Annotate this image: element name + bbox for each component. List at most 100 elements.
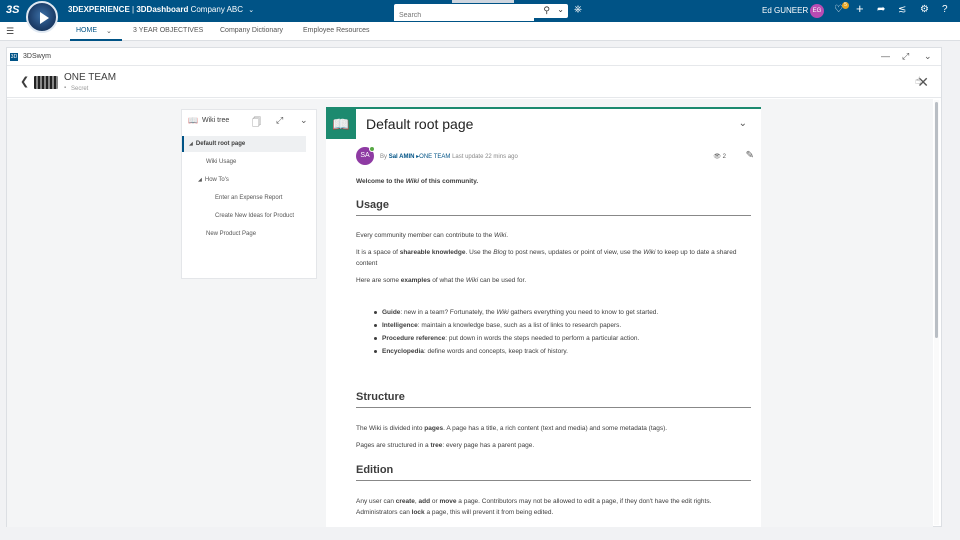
search-icon[interactable]: ⚲: [543, 5, 550, 16]
wiki-tree-item-how-tos[interactable]: ◢ How To's: [182, 172, 306, 188]
book-icon: 📖: [326, 109, 356, 139]
usage-p2-a: It is a space of: [356, 249, 400, 256]
wiki-page-header: 📖 Default root page ⌄: [326, 109, 761, 139]
tab-home[interactable]: HOME: [76, 27, 97, 34]
user-name[interactable]: Ed GUNEER: [762, 6, 808, 15]
chevron-down-icon[interactable]: ⌄: [924, 51, 932, 62]
edit-icon[interactable]: ✎: [746, 150, 754, 161]
structure-paragraph-1: The Wiki is divided into pages. A page h…: [356, 423, 751, 434]
menu-icon[interactable]: ☰: [6, 26, 14, 37]
usage-p1-b: Wiki: [494, 232, 507, 239]
share-icon[interactable]: ➦: [877, 4, 885, 15]
usage-p2-d: Blog: [493, 249, 507, 256]
example-em: Wiki: [496, 309, 509, 316]
wiki-tree-item-new-product-page[interactable]: New Product Page: [182, 226, 306, 242]
community-header: ❮ ONE TEAM ▪ Secret ☝ ✕: [7, 66, 941, 98]
usage-heading: Usage: [356, 199, 751, 216]
last-update: Last update 22 mins ago: [452, 154, 518, 160]
usage-p2-f: Wiki: [643, 249, 656, 256]
edition-p1-i: a page, this will prevent it from being …: [424, 509, 554, 516]
usage-p3-b: examples: [400, 277, 431, 284]
content-area: 📖 Wiki tree 🗍 ⤢ ⌄ ◢ Default root page Wik…: [7, 99, 933, 527]
close-icon[interactable]: ✕: [917, 74, 929, 91]
caret-down-icon[interactable]: ◢: [189, 141, 193, 147]
community-link-label: ONE TEAM: [419, 154, 451, 160]
top-bar: 3S 3DEXPERIENCE | 3DDashboard Company AB…: [0, 0, 960, 33]
welcome-a: Welcome to the: [356, 178, 406, 185]
structure-p2-b: tree: [430, 442, 443, 449]
minimize-icon[interactable]: —: [881, 51, 890, 61]
edition-p1-e: or: [430, 498, 440, 505]
compass-icon[interactable]: [26, 1, 58, 33]
back-icon[interactable]: ❮: [20, 75, 29, 88]
community-thumbnail: [34, 76, 58, 89]
wiki-tree-item-wiki-usage[interactable]: Wiki Usage: [182, 154, 306, 170]
search-input[interactable]: [394, 10, 534, 21]
compass-tools-icon[interactable]: ⚙: [920, 4, 929, 15]
wiki-tree-item-create-new-ideas[interactable]: Create New Ideas for Product: [182, 208, 306, 224]
wiki-tree-item-default-root-page[interactable]: ◢ Default root page: [182, 136, 306, 152]
active-tab-indicator: [70, 39, 122, 41]
chevron-down-icon: ⌄: [248, 7, 255, 14]
play-icon: [40, 12, 49, 24]
usage-p3-a: Here are some: [356, 277, 401, 284]
book-icon: 📖: [188, 116, 198, 125]
online-status-icon: [369, 146, 375, 152]
avatar[interactable]: EG: [810, 4, 824, 18]
example-text: : put down in words the steps needed to …: [445, 335, 640, 342]
welcome-b: Wiki: [405, 178, 420, 185]
wiki-tree-item-label: Default root page: [195, 141, 246, 147]
edition-heading: Edition: [356, 464, 751, 481]
usage-paragraph-3: Here are some examples of what the Wiki …: [356, 275, 751, 286]
brand-title[interactable]: 3DEXPERIENCE | 3DDashboard Company ABC ⌄: [68, 5, 254, 14]
page-meta: SA By Sal AMIN ▸ONE TEAM Last update 22 …: [356, 146, 756, 167]
wiki-tree-item-label: New Product Page: [206, 231, 257, 237]
caret-down-icon[interactable]: ◢: [198, 177, 202, 183]
edition-p1-a: Any user can: [356, 498, 396, 505]
example-text-b: gathers everything you need to know to g…: [508, 309, 659, 316]
search-field[interactable]: ⚲ ⌄: [394, 4, 568, 21]
list-item: Guide: new in a team? Fortunately, the W…: [372, 306, 742, 319]
help-icon[interactable]: ?: [942, 4, 948, 15]
swym-widget: 3D 3DSwym — ⤢ ⌄ ❮ ONE TEAM ▪ Secret ☝ ✕ …: [6, 47, 942, 527]
eye-icon: 👁: [713, 154, 721, 160]
structure-p1-b: pages: [424, 425, 444, 432]
tag-icon[interactable]: ⎈: [574, 4, 582, 15]
new-page-icon[interactable]: 🗍: [252, 115, 261, 131]
tab-3-year-objectives[interactable]: 3 YEAR OBJECTIVES: [133, 27, 203, 34]
usage-p2-e: to post news, updates or point of view, …: [506, 249, 644, 256]
social-share-icon[interactable]: ≲: [898, 4, 906, 15]
usage-p2-b: shareable knowledge: [399, 249, 466, 256]
wiki-tree-item-label: How To's: [204, 177, 229, 183]
chevron-down-icon[interactable]: ⌄: [739, 118, 747, 129]
plus-icon[interactable]: +: [856, 1, 864, 16]
chevron-down-icon[interactable]: ⌄: [557, 5, 564, 14]
list-item: Procedure reference: put down in words t…: [372, 332, 742, 345]
maximize-icon[interactable]: ⤢: [902, 51, 909, 62]
example-text: : maintain a knowledge base, such as a l…: [417, 322, 622, 329]
views-count: 👁 2: [713, 153, 726, 160]
ds-logo-icon[interactable]: 3S: [6, 4, 19, 16]
notification-count-badge: 5: [842, 2, 849, 9]
usage-p1-c: .: [506, 232, 509, 239]
list-item: Encyclopedia: define words and concepts,…: [372, 345, 742, 358]
widget-header: 3D 3DSwym — ⤢ ⌄: [7, 48, 941, 66]
by-label: By: [380, 154, 388, 160]
community-link[interactable]: ▸ONE TEAM: [416, 154, 450, 160]
chevron-down-icon[interactable]: ⌄: [300, 115, 308, 126]
edition-p1-f: move: [439, 498, 457, 505]
wiki-page: 📖 Default root page ⌄ SA By Sal AMIN ▸ON…: [326, 107, 761, 527]
tab-employee-resources[interactable]: Employee Resources: [303, 27, 370, 34]
tab-company-dictionary[interactable]: Company Dictionary: [220, 27, 283, 34]
wiki-tree-item-enter-expense-report[interactable]: Enter an Expense Report: [182, 190, 306, 206]
author-link[interactable]: Sal AMIN: [389, 154, 415, 160]
expand-icon[interactable]: ⤢: [276, 115, 283, 126]
usage-p3-c: of what the: [430, 277, 466, 284]
edition-p1-b: create: [395, 498, 415, 505]
wiki-tree-panel: 📖 Wiki tree 🗍 ⤢ ⌄ ◢ Default root page Wik…: [181, 109, 317, 279]
scrollbar-thumb[interactable]: [935, 102, 938, 338]
community-name[interactable]: ONE TEAM: [64, 72, 116, 83]
chevron-down-icon[interactable]: ⌄: [106, 27, 112, 35]
dashboard-tabs: ☰ HOME ⌄ 3 YEAR OBJECTIVES Company Dicti…: [0, 22, 960, 41]
community-privacy: Secret: [71, 86, 89, 92]
